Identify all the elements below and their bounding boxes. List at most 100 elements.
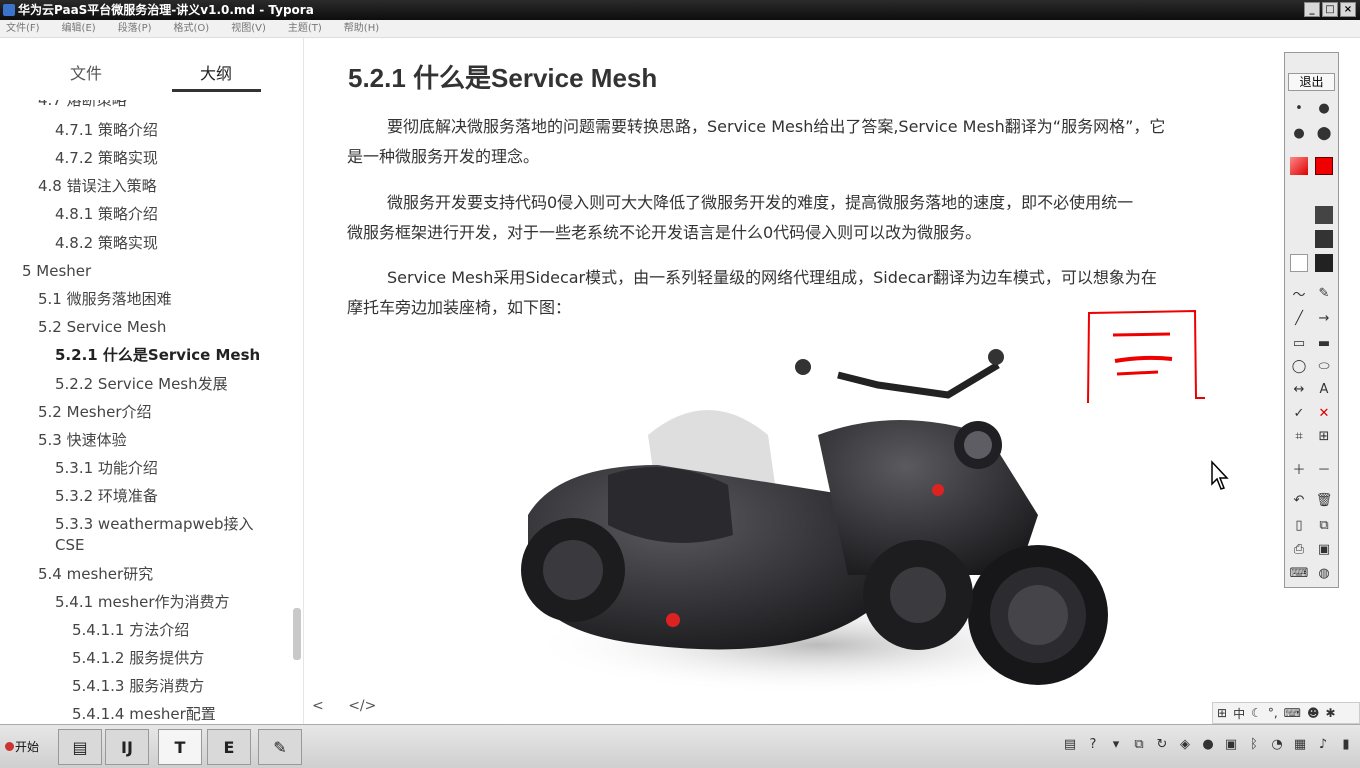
trash-icon[interactable]: 🗑 [1313, 490, 1335, 510]
crop-icon[interactable]: ⌗ [1288, 426, 1310, 446]
arrow-tool-icon[interactable]: → [1313, 308, 1335, 328]
outline-item[interactable]: 4.8.2 策略实现 [55, 233, 158, 253]
dot-large-icon[interactable]: ● [1288, 123, 1310, 143]
toggle-sidebar-button[interactable]: < [312, 698, 324, 714]
outline-item-active[interactable]: 5.2.1 什么是Service Mesh [55, 345, 260, 365]
double-arrow-icon[interactable]: ↔ [1288, 379, 1310, 399]
minus-icon[interactable]: － [1313, 458, 1335, 478]
menu-view[interactable]: 视图(V) [231, 20, 266, 37]
close-button[interactable]: × [1340, 2, 1356, 17]
outline-item[interactable]: 5.2 Mesher介绍 [38, 402, 152, 422]
moon-icon[interactable]: ☾ [1251, 706, 1262, 720]
taskbar-app-draw[interactable]: ✎ [258, 729, 302, 765]
punctuation-icon[interactable]: °, [1268, 706, 1278, 720]
copy-icon[interactable]: ⧉ [1313, 515, 1335, 535]
dot-small-icon[interactable]: • [1288, 98, 1310, 118]
outline-item[interactable]: 5.3.3 weathermapweb接入 [55, 514, 254, 534]
tab-files[interactable]: 文件 [70, 60, 102, 84]
filled-ellipse-icon[interactable]: ⬭ [1313, 356, 1335, 376]
tray-help-icon[interactable]: ? [1085, 735, 1101, 753]
globe-icon[interactable]: ◍ [1313, 563, 1335, 583]
sidebar-scrollbar[interactable] [293, 608, 301, 660]
tray-volume-icon[interactable]: ♪ [1315, 735, 1331, 753]
start-button[interactable]: 开始 [3, 733, 49, 761]
dot-medium-icon[interactable]: ● [1313, 98, 1335, 118]
tray-wifi-icon[interactable]: ◔ [1269, 735, 1285, 753]
new-page-icon[interactable]: ▯ [1288, 515, 1310, 535]
color-black-icon[interactable] [1313, 253, 1335, 273]
print-icon[interactable]: ⎙ [1288, 539, 1310, 559]
source-mode-button[interactable]: </> [348, 698, 376, 714]
freehand-pen-icon[interactable]: 〜 [1288, 283, 1310, 303]
outline-item[interactable]: 5.3.1 功能介绍 [55, 458, 158, 478]
menu-paragraph[interactable]: 段落(P) [118, 20, 152, 37]
maximize-button[interactable]: □ [1322, 2, 1338, 17]
tray-clipboard-icon[interactable]: ▦ [1292, 735, 1308, 753]
outline-item[interactable]: 4.8 错误注入策略 [38, 176, 157, 196]
tray-bluetooth-icon[interactable]: ᛒ [1246, 735, 1262, 753]
plus-icon[interactable]: ＋ [1288, 458, 1310, 478]
outline-item[interactable]: 5 Mesher [22, 261, 91, 281]
save-icon[interactable]: ▣ [1313, 539, 1335, 559]
outline-item[interactable]: 4.7.2 策略实现 [55, 148, 158, 168]
outline-item-wrap[interactable]: CSE [55, 535, 84, 555]
outline-item[interactable]: 5.3.2 环境准备 [55, 486, 158, 506]
keyboard-icon[interactable]: ⌨ [1284, 706, 1301, 720]
color-darker-icon[interactable] [1313, 229, 1335, 249]
zoom-in-box-icon[interactable]: ⊞ [1313, 426, 1335, 446]
tray-sync-icon[interactable]: ↻ [1154, 735, 1170, 753]
check-mark-icon[interactable]: ✓ [1288, 403, 1310, 423]
outline-item[interactable]: 5.4.1.3 服务消费方 [72, 676, 204, 696]
menu-edit[interactable]: 编辑(E) [62, 20, 96, 37]
filled-rectangle-icon[interactable]: ▬ [1313, 333, 1335, 353]
outline-item[interactable]: 5.4 mesher研究 [38, 564, 153, 584]
exit-button[interactable]: 退出 [1288, 73, 1335, 91]
keyboard-icon[interactable]: ⌨ [1288, 563, 1310, 583]
outline-item[interactable]: 4.7.1 策略介绍 [55, 120, 158, 140]
tray-window-icon[interactable]: ▤ [1062, 735, 1078, 753]
outline-item[interactable]: 5.1 微服务落地困难 [38, 289, 172, 309]
menu-format[interactable]: 格式(O) [174, 20, 210, 37]
outline-item[interactable]: 5.4.1.2 服务提供方 [72, 648, 204, 668]
taskbar-app-idea[interactable]: IJ [105, 729, 149, 765]
color-white-icon[interactable] [1288, 253, 1310, 273]
color-picker-icon[interactable] [1288, 156, 1310, 176]
menu-theme[interactable]: 主题(T) [288, 20, 322, 37]
dot-xlarge-icon[interactable]: ⬤ [1313, 123, 1335, 143]
tab-outline[interactable]: 大纲 [200, 60, 232, 84]
rectangle-tool-icon[interactable]: ▭ [1288, 333, 1310, 353]
menu-help[interactable]: 帮助(H) [344, 20, 379, 37]
tray-signal-icon[interactable]: ▮ [1338, 735, 1354, 753]
line-tool-icon[interactable]: ╱ [1288, 308, 1310, 328]
ellipse-tool-icon[interactable]: ◯ [1288, 356, 1310, 376]
eraser-icon[interactable]: ✎ [1313, 283, 1335, 303]
tray-security-icon[interactable]: ◈ [1177, 735, 1193, 753]
outline-item[interactable]: 5.2.2 Service Mesh发展 [55, 374, 228, 394]
system-tray: ▤ ? ▾ ⧉ ↻ ◈ ● ▣ ᛒ ◔ ▦ ♪ ▮ [1062, 735, 1354, 753]
taskbar-app-editor[interactable]: E [207, 729, 251, 765]
outline-item[interactable]: 5.4.1.1 方法介绍 [72, 620, 189, 640]
tray-media-icon[interactable]: ▣ [1223, 735, 1239, 753]
tray-record-icon[interactable]: ● [1200, 735, 1216, 753]
color-red-icon[interactable] [1313, 156, 1335, 176]
outline-item[interactable]: 5.3 快速体验 [38, 430, 127, 450]
undo-icon[interactable]: ↶ [1288, 490, 1310, 510]
text-tool-icon[interactable]: A [1313, 379, 1335, 399]
user-icon[interactable]: ☻ [1307, 706, 1320, 720]
taskbar-app-explorer[interactable]: ▤ [58, 729, 102, 765]
tray-expand-icon[interactable]: ▾ [1108, 735, 1124, 753]
outline-item[interactable]: 4.8.1 策略介绍 [55, 204, 158, 224]
taskbar-app-typora[interactable]: T [158, 729, 202, 765]
outline-item[interactable]: 5.4.1.4 mesher配置 [72, 704, 216, 724]
outline-item[interactable]: 5.4.1 mesher作为消费方 [55, 592, 230, 612]
outline-item[interactable]: 5.2 Service Mesh [38, 317, 166, 337]
tray-network-icon[interactable]: ⧉ [1131, 735, 1147, 753]
ime-mode-icon[interactable]: ⊞ [1217, 706, 1227, 720]
minimize-button[interactable]: _ [1304, 2, 1320, 17]
color-dark-icon[interactable] [1313, 205, 1335, 225]
ime-language[interactable]: 中 [1233, 705, 1245, 722]
menu-file[interactable]: 文件(F) [6, 20, 40, 37]
settings-icon[interactable]: ✱ [1326, 706, 1336, 720]
cross-mark-icon[interactable]: ✕ [1313, 403, 1335, 423]
annotation-toolbar: 退出 • ● ● ⬤ 〜 ✎ ╱ → ▭ ▬ ◯ ⬭ ↔ A ✓ ✕ ⌗ ⊞ ＋… [1284, 52, 1339, 588]
